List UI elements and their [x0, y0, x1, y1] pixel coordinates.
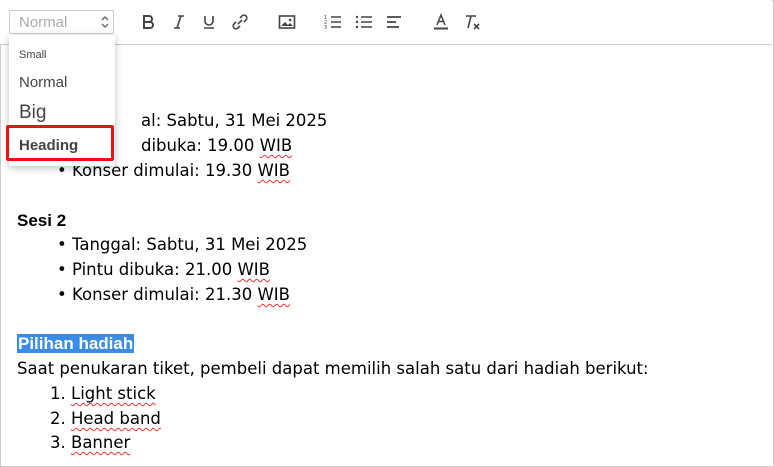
sesi1-item-2: dibuka: 19.00 WIB — [141, 136, 292, 155]
align-icon — [387, 16, 401, 28]
sesi2-item-1: • Tanggal: Sabtu, 31 Mei 2025 — [57, 235, 307, 254]
ordered-list-button[interactable]: 123 — [322, 11, 344, 33]
underline-button[interactable] — [198, 11, 220, 33]
bold-button[interactable] — [137, 11, 159, 33]
hadiah-item-3: 3. Banner — [50, 433, 130, 452]
sesi2-item-3-wib: WIB — [257, 285, 290, 304]
svg-text:3: 3 — [324, 25, 327, 30]
size-option-small[interactable]: Small — [19, 49, 47, 61]
sesi2-item-3-text: Konser dimulai: 21.30 — [71, 285, 253, 304]
image-button[interactable] — [276, 11, 298, 33]
font-size-select[interactable]: Normal — [9, 10, 114, 34]
clear-format-button[interactable] — [461, 11, 483, 33]
font-size-value: Normal — [19, 14, 68, 31]
size-option-big[interactable]: Big — [19, 102, 46, 124]
hadiah-item-2-text: Head band — [71, 409, 161, 428]
underline-icon — [204, 16, 214, 29]
heading-option-highlight — [6, 125, 114, 161]
sesi2-item-2-text: Pintu dibuka: 21.00 — [71, 260, 233, 279]
align-button[interactable] — [384, 11, 406, 33]
bullet-list-icon — [355, 15, 372, 29]
bullet: • — [57, 235, 67, 254]
bullet: • — [57, 285, 67, 304]
text-color-icon — [434, 13, 448, 30]
sesi1-item-2-wib: WIB — [259, 136, 293, 155]
select-arrows-icon — [101, 16, 109, 28]
link-button[interactable] — [229, 11, 251, 33]
bullet: • — [57, 260, 67, 279]
list-number: 1. — [50, 384, 66, 403]
sesi1-item-2-text: dibuka: 19.00 — [141, 136, 255, 155]
italic-button[interactable] — [168, 11, 190, 33]
sesi2-item-2: • Pintu dibuka: 21.00 WIB — [57, 260, 270, 279]
sesi2-item-1-text: Tanggal: Sabtu, 31 Mei 2025 — [71, 235, 308, 254]
sesi2-item-2-wib: WIB — [237, 260, 270, 279]
sesi1-item-1-text: al: Sabtu, 31 Mei 2025 — [141, 111, 328, 130]
bullet-list-button[interactable] — [353, 11, 375, 33]
sesi2-item-3: • Konser dimulai: 21.30 WIB — [57, 285, 290, 304]
toolbar: Normal 123 — [0, 0, 772, 45]
italic-icon — [174, 15, 184, 29]
clear-format-icon — [466, 15, 480, 30]
text-color-button[interactable] — [430, 11, 452, 33]
size-option-normal[interactable]: Normal — [19, 74, 67, 91]
hadiah-title-line: Pilihan hadiah — [17, 334, 135, 354]
hadiah-item-1-text: Light stick — [71, 384, 156, 403]
hadiah-item-2: 2. Head band — [50, 409, 161, 428]
list-number: 2. — [50, 409, 66, 428]
hadiah-title-selected[interactable]: Pilihan hadiah — [17, 334, 135, 353]
hadiah-item-1: 1. Light stick — [50, 384, 156, 403]
bold-icon — [143, 15, 154, 29]
hadiah-intro: Saat penukaran tiket, pembeli dapat memi… — [17, 359, 649, 378]
image-icon — [278, 15, 296, 29]
hadiah-item-3-text: Banner — [71, 433, 131, 452]
sesi1-item-3-wib: WIB — [257, 161, 290, 180]
ordered-list-icon: 123 — [324, 15, 341, 30]
link-icon — [232, 14, 248, 30]
sesi2-title: Sesi 2 — [17, 211, 67, 230]
list-number: 3. — [50, 433, 66, 452]
